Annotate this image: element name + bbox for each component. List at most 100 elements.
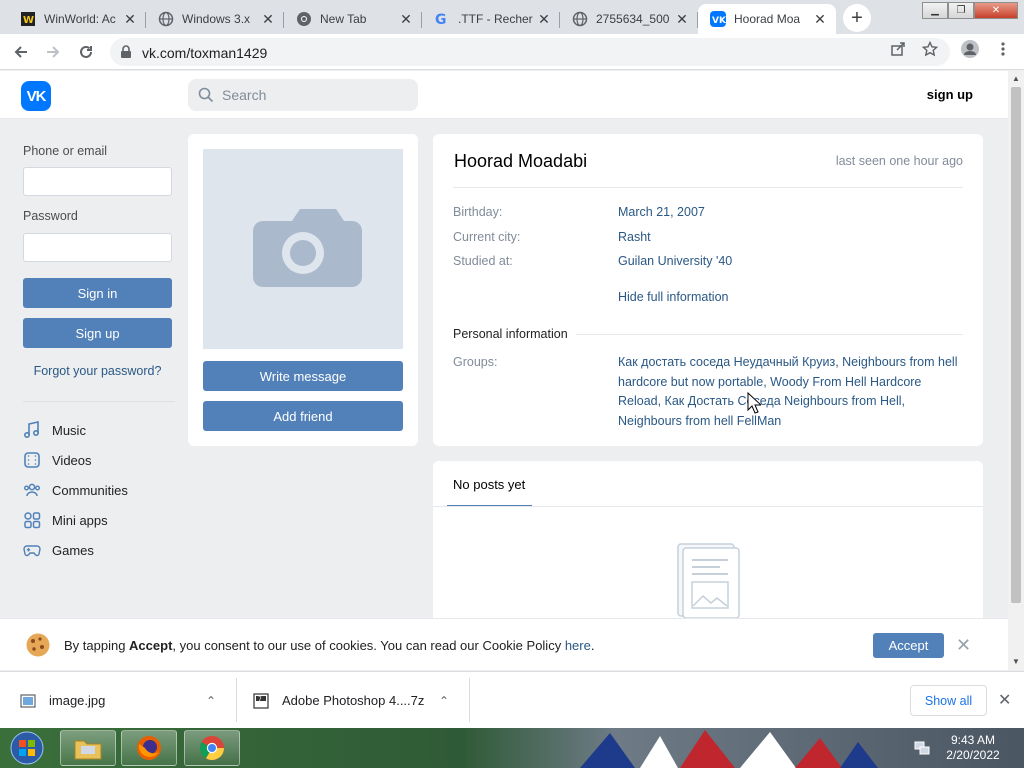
birthday-value[interactable]: March 21, 2007 xyxy=(618,205,705,219)
profile-photo-placeholder xyxy=(203,149,403,349)
new-tab-button[interactable]: + xyxy=(843,4,871,32)
address-bar[interactable]: vk.com/toxman1429 xyxy=(110,38,950,66)
communities-icon xyxy=(24,483,40,497)
clock-time: 9:43 AM xyxy=(950,733,996,747)
scrollbar-thumb[interactable] xyxy=(1011,87,1021,603)
accept-cookies-button[interactable]: Accept xyxy=(873,633,944,658)
close-icon[interactable]: ✕ xyxy=(536,11,552,27)
menu-divider xyxy=(23,401,175,402)
download-filename: image.jpg xyxy=(49,693,106,708)
share-icon[interactable] xyxy=(888,39,908,59)
network-icon[interactable] xyxy=(914,740,930,756)
menu-item-videos[interactable]: Videos xyxy=(23,450,92,470)
scroll-down-icon[interactable]: ▼ xyxy=(1012,657,1020,666)
menu-item-label: Videos xyxy=(52,452,92,468)
menu-item-music[interactable]: Music xyxy=(23,420,86,440)
download-filename: Adobe Photoshop 4....7z xyxy=(282,693,425,708)
divider xyxy=(453,187,963,188)
university-value[interactable]: Guilan University '40 xyxy=(618,254,732,268)
search-input[interactable]: Search xyxy=(188,79,418,111)
profile-icon[interactable] xyxy=(960,39,980,59)
cookie-banner: By tapping Accept, you consent to our us… xyxy=(0,618,1008,670)
svg-text:VK: VK xyxy=(712,16,726,26)
download-item[interactable]: image.jpg ⌃ xyxy=(20,672,220,729)
browser-tab[interactable]: G .TTF - Recher ✕ xyxy=(422,4,560,34)
browser-tab[interactable]: W WinWorld: Ac ✕ xyxy=(8,4,146,34)
page-scrollbar[interactable]: ▲ ▼ xyxy=(1008,71,1024,670)
menu-item-label: Music xyxy=(52,422,86,438)
minimize-button[interactable]: ▁ xyxy=(922,2,948,19)
close-icon[interactable]: ✕ xyxy=(122,11,138,27)
show-all-downloads-button[interactable]: Show all xyxy=(910,685,987,716)
chevron-up-icon[interactable]: ⌃ xyxy=(439,694,449,708)
taskbar-firefox[interactable] xyxy=(121,730,177,766)
forward-button[interactable] xyxy=(41,40,65,64)
cookie-policy-link[interactable]: here xyxy=(565,638,591,653)
bookmark-star-icon[interactable] xyxy=(920,39,940,59)
video-icon xyxy=(24,452,40,468)
mouse-cursor xyxy=(747,392,761,414)
vk-logo[interactable]: VK xyxy=(21,81,51,111)
maximize-button[interactable]: ❐ xyxy=(948,2,974,19)
groups-list[interactable]: Как достать соседа Неудачный Круиз, Neig… xyxy=(618,353,963,431)
kebab-menu-icon[interactable] xyxy=(993,39,1013,59)
city-label: Current city: xyxy=(453,230,521,244)
globe-icon xyxy=(158,11,174,27)
close-icon[interactable]: ✕ xyxy=(812,11,828,27)
password-field[interactable] xyxy=(23,233,172,262)
close-icon[interactable]: ✕ xyxy=(260,11,276,27)
birthday-label: Birthday: xyxy=(453,205,503,219)
menu-item-games[interactable]: Games xyxy=(23,540,94,560)
city-value[interactable]: Rasht xyxy=(618,230,651,244)
svg-text:G: G xyxy=(435,12,447,27)
taskbar-explorer[interactable] xyxy=(60,730,116,766)
menu-item-label: Mini apps xyxy=(52,512,108,528)
sign-in-button[interactable]: Sign in xyxy=(23,278,172,308)
archive-file-icon: 7 xyxy=(253,692,269,709)
last-seen-status: last seen one hour ago xyxy=(835,154,963,168)
browser-tab-strip: W WinWorld: Ac ✕ Windows 3.x ✕ New Tab ✕… xyxy=(0,0,1024,34)
write-message-button[interactable]: Write message xyxy=(203,361,403,391)
header-signup-link[interactable]: sign up xyxy=(927,87,973,102)
cookie-text-middle: , you consent to our use of cookies. You… xyxy=(172,638,565,653)
browser-tab-active[interactable]: VK Hoorad Moa ✕ xyxy=(698,4,836,34)
globe-icon xyxy=(572,11,588,27)
window-close-button[interactable]: ✕ xyxy=(974,2,1018,19)
reload-icon xyxy=(80,45,92,58)
wallpaper-art xyxy=(580,730,878,768)
add-friend-button[interactable]: Add friend xyxy=(203,401,403,431)
search-icon xyxy=(198,87,214,106)
posts-tab[interactable]: No posts yet xyxy=(453,477,525,492)
clock-date: 2/20/2022 xyxy=(946,748,1000,762)
reload-button[interactable] xyxy=(74,40,98,64)
menu-item-mini-apps[interactable]: Mini apps xyxy=(23,510,108,530)
camera-icon xyxy=(253,209,362,287)
menu-item-communities[interactable]: Communities xyxy=(23,480,128,500)
scroll-up-icon[interactable]: ▲ xyxy=(1012,74,1020,83)
chevron-up-icon[interactable]: ⌃ xyxy=(206,694,216,708)
browser-tab[interactable]: 2755634_500 ✕ xyxy=(560,4,698,34)
hide-full-info-link[interactable]: Hide full information xyxy=(618,290,728,304)
back-button[interactable] xyxy=(9,40,33,64)
back-arrow-icon xyxy=(14,46,27,58)
close-icon[interactable]: ✕ xyxy=(956,635,971,656)
forward-arrow-icon xyxy=(47,46,60,58)
close-icon[interactable]: ✕ xyxy=(398,11,414,27)
phone-email-field[interactable] xyxy=(23,167,172,196)
svg-text:7: 7 xyxy=(258,696,262,703)
window-controls: ▁ ❐ ✕ xyxy=(922,2,1018,20)
taskbar-chrome[interactable] xyxy=(184,730,240,766)
browser-toolbar: vk.com/toxman1429 xyxy=(0,34,1024,70)
download-separator xyxy=(469,678,470,722)
system-clock[interactable]: 9:43 AM 2/20/2022 xyxy=(940,733,1006,763)
start-button[interactable] xyxy=(4,729,50,767)
close-icon[interactable]: ✕ xyxy=(674,11,690,27)
forgot-password-link[interactable]: Forgot your password? xyxy=(23,364,172,378)
download-item[interactable]: 7 Adobe Photoshop 4....7z ⌃ xyxy=(253,672,463,729)
sign-up-button[interactable]: Sign up xyxy=(23,318,172,348)
cookie-text-accept: Accept xyxy=(129,638,173,653)
close-icon[interactable]: ✕ xyxy=(998,690,1011,710)
browser-tab[interactable]: New Tab ✕ xyxy=(284,4,422,34)
tab-title: 2755634_500 xyxy=(596,12,670,26)
browser-tab[interactable]: Windows 3.x ✕ xyxy=(146,4,284,34)
